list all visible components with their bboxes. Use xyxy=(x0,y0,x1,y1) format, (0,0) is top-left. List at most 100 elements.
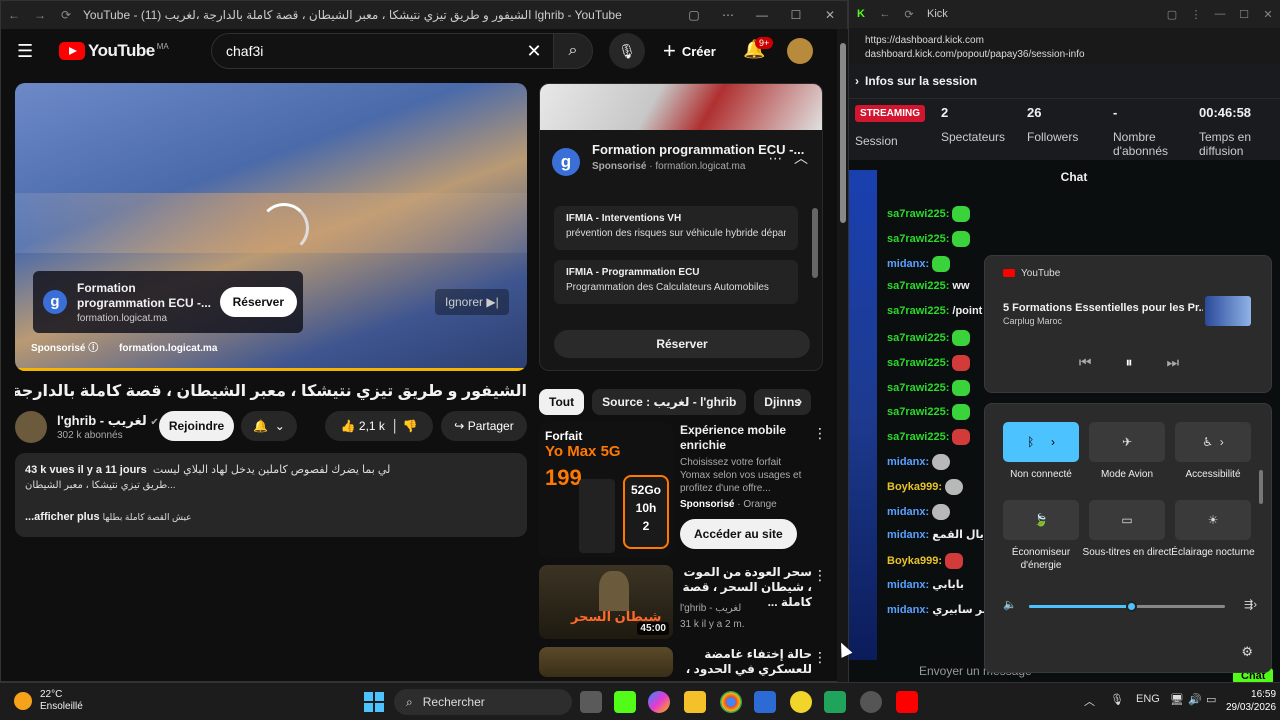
more-icon[interactable]: ⋮ xyxy=(1184,8,1208,21)
back-icon[interactable]: ← xyxy=(1,8,27,22)
description-box[interactable]: 43 k vues il y a 11 jours لي بما يضرك لف… xyxy=(15,453,527,537)
chevron-right-icon[interactable]: › xyxy=(1051,435,1055,449)
create-button[interactable]: + Créer xyxy=(663,35,716,67)
chat-message[interactable]: Boyka999: xyxy=(887,553,964,570)
chat-message[interactable]: sa7rawi225: xyxy=(887,354,971,371)
rec-video-item[interactable]: حالة إختفاء غامضة للعسكري في الحدود ، قص… xyxy=(539,647,833,677)
chat-username[interactable]: sa7rawi225: xyxy=(887,305,949,317)
back-icon[interactable]: ← xyxy=(873,8,897,20)
minimize-button[interactable]: — xyxy=(1208,8,1232,20)
side-ad-item[interactable]: IFMIA - Interventions VH prévention des … xyxy=(554,206,798,250)
rec-ad-item[interactable]: Forfait Yo Max 5G 199 52Go 10h 2 Expérienc… xyxy=(539,423,833,559)
sidebar-ad-panel[interactable]: g Formation programmation ECU -... Spons… xyxy=(539,83,823,371)
video-player[interactable]: g Formation programmation ECU -... forma… xyxy=(15,83,527,371)
chat-username[interactable]: sa7rawi225: xyxy=(887,382,949,394)
settings-gear-icon[interactable]: ⚙ xyxy=(1241,644,1253,660)
close-button[interactable]: ✕ xyxy=(813,8,847,22)
start-button[interactable] xyxy=(364,692,384,712)
more-icon[interactable]: ⋯ xyxy=(711,8,745,22)
menu-icon[interactable]: ☰ xyxy=(17,41,47,62)
kick-app-icon[interactable] xyxy=(614,691,636,713)
chat-message[interactable]: sa7rawi225: ww xyxy=(887,280,970,292)
like-dislike-group[interactable]: 👍 2,1 k │ 👎 xyxy=(325,411,433,441)
voice-search-button[interactable]: 🎙 xyxy=(609,33,645,69)
refresh-icon[interactable]: ⟳ xyxy=(897,8,921,21)
chat-message[interactable]: midanx: حمر سابيري xyxy=(887,603,998,616)
file-explorer-icon[interactable] xyxy=(684,691,706,713)
chat-message[interactable]: Boyka999: xyxy=(887,478,964,495)
search-input[interactable]: chaf3i xyxy=(212,43,514,59)
share-button[interactable]: ↪ Partager xyxy=(441,411,527,441)
volume-tray-icon[interactable]: 🔊 xyxy=(1188,693,1202,706)
chat-message[interactable]: sa7rawi225: xyxy=(887,230,971,247)
thumbs-down-icon[interactable]: 👎 xyxy=(402,419,417,433)
taskbar-search[interactable]: ⌕ Rechercher xyxy=(394,689,572,715)
youtube-logo[interactable]: YouTube MA xyxy=(59,41,169,61)
volume-knob[interactable] xyxy=(1125,601,1137,612)
battery-icon[interactable]: ▭ xyxy=(1206,693,1216,706)
youtube-app-icon[interactable] xyxy=(896,691,918,713)
accessibility-tile[interactable]: ♿ › xyxy=(1175,422,1251,462)
chat-message[interactable]: sa7rawi225: xyxy=(887,379,971,396)
maximize-button[interactable]: ☐ xyxy=(1232,8,1256,21)
chat-username[interactable]: sa7rawi225: xyxy=(887,406,949,418)
side-ad-item[interactable]: IFMIA - Programmation ECU Programmation … xyxy=(554,260,798,304)
chat-message[interactable]: midanx: xyxy=(887,255,951,272)
chip-djinns[interactable]: Djinns xyxy=(754,389,811,415)
sponsor-domain[interactable]: formation.logicat.ma xyxy=(119,343,217,354)
previous-track-icon[interactable]: ⏮ xyxy=(1079,354,1092,371)
ad-reserve-button[interactable]: Réserver xyxy=(219,287,297,317)
chevron-right-icon[interactable]: › xyxy=(855,74,859,88)
chat-username[interactable]: Boyka999: xyxy=(887,481,942,493)
chat-message[interactable]: sa7rawi225: xyxy=(887,330,971,346)
chat-username[interactable]: midanx: xyxy=(887,456,929,468)
chip-source[interactable]: Source : لغريب - l'ghrib xyxy=(592,389,747,415)
obs-icon[interactable] xyxy=(860,691,882,713)
airplane-mode-tile[interactable]: ✈ xyxy=(1089,422,1165,462)
energy-saver-tile[interactable]: 🍃 xyxy=(1003,500,1079,540)
audio-output-icon[interactable]: ⇶› xyxy=(1244,598,1257,611)
minimize-button[interactable]: — xyxy=(745,8,779,22)
visit-site-button[interactable]: Accéder au site xyxy=(680,519,797,549)
rec-more-icon[interactable]: ⋮ xyxy=(813,649,827,666)
chip-all[interactable]: Tout xyxy=(539,389,585,415)
live-captions-tile[interactable]: ▭ xyxy=(1089,500,1165,540)
kick-dashboard-icon[interactable] xyxy=(824,691,846,713)
channel-avatar[interactable] xyxy=(15,411,47,443)
chat-username[interactable]: Boyka999: xyxy=(887,555,942,567)
network-icon[interactable]: 🖥 xyxy=(1170,693,1184,706)
copilot-icon[interactable] xyxy=(648,691,670,713)
forward-icon[interactable]: → xyxy=(27,8,53,22)
app-icon[interactable] xyxy=(790,691,812,713)
rec-more-icon[interactable]: ⋮ xyxy=(813,425,827,442)
join-button[interactable]: Rejoindre xyxy=(159,411,234,441)
player-ad-card[interactable]: g Formation programmation ECU -... forma… xyxy=(33,271,303,333)
chevron-right-icon[interactable]: › xyxy=(1220,435,1224,449)
chrome-icon[interactable] xyxy=(720,691,742,713)
chat-message[interactable]: midanx: xyxy=(887,454,951,470)
chat-username[interactable]: sa7rawi225: xyxy=(887,233,949,245)
language-indicator[interactable]: ENG xyxy=(1136,693,1160,705)
extensions-icon[interactable]: ▢ xyxy=(677,8,711,22)
chat-username[interactable]: sa7rawi225: xyxy=(887,357,949,369)
next-track-icon[interactable]: ⏭ xyxy=(1167,354,1180,371)
chat-username[interactable]: midanx: xyxy=(887,604,929,616)
collapse-chevron-icon[interactable]: ︿ xyxy=(794,150,808,166)
url-bar[interactable]: https://dashboard.kick.com dashboard.kic… xyxy=(849,28,1280,64)
chat-username[interactable]: sa7rawi225: xyxy=(887,431,949,443)
channel-name[interactable]: l'ghrib - لغريب ✔ xyxy=(57,413,159,429)
chat-username[interactable]: midanx: xyxy=(887,529,929,541)
show-more-link[interactable]: ...afficher plus عيش القصة كاملة بطلها xyxy=(25,511,517,523)
speaker-icon[interactable]: 🔈 xyxy=(1003,598,1017,611)
pause-icon[interactable]: ⏸ xyxy=(1126,354,1133,371)
clock[interactable]: 16:59 29/03/2026 xyxy=(1226,688,1276,714)
chat-username[interactable]: sa7rawi225: xyxy=(887,332,949,344)
chat-message[interactable]: sa7rawi225:/point xyxy=(887,305,982,317)
chat-username[interactable]: midanx: xyxy=(887,506,929,518)
chat-username[interactable]: sa7rawi225: xyxy=(887,280,949,292)
mic-tray-icon[interactable]: 🎙 xyxy=(1110,693,1124,706)
skip-ad-button[interactable]: Ignorer ▶| xyxy=(435,289,509,315)
tiles-scrollbar[interactable] xyxy=(1259,470,1263,504)
store-icon[interactable] xyxy=(754,691,776,713)
subscribe-bell-button[interactable]: 🔔 ⌄ xyxy=(241,411,297,441)
